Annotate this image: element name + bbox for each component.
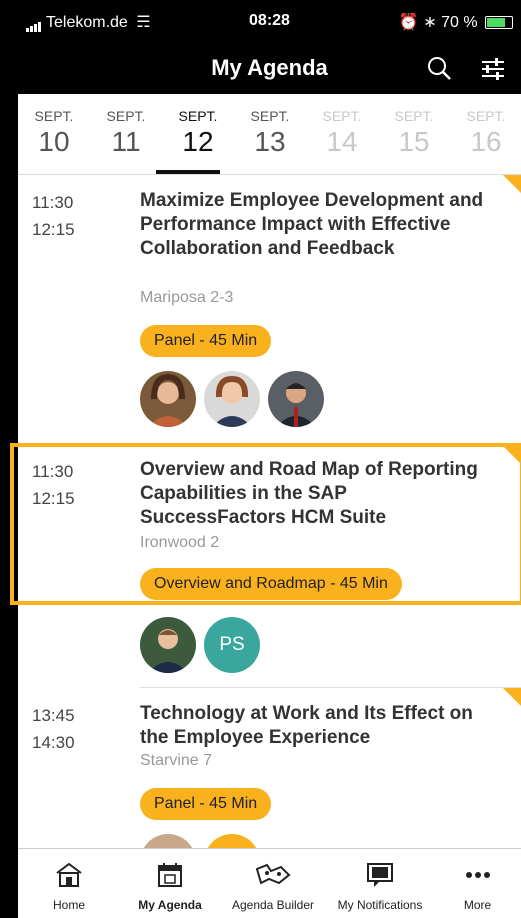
speaker-avatar[interactable]: [204, 371, 260, 427]
alarm-icon: ⏰: [398, 14, 419, 31]
date-tab-12[interactable]: SEPT. 12: [168, 108, 228, 158]
session-corner-marker: [503, 688, 521, 706]
sliders-icon[interactable]: [476, 52, 510, 86]
active-date-indicator: [156, 170, 220, 174]
calendar-icon: [158, 863, 182, 887]
date-tab-16[interactable]: SEPT. 16: [456, 108, 516, 158]
battery-percent: 70 %: [441, 14, 478, 31]
session-time: 13:45 14:30: [32, 702, 75, 756]
tab-my-notifications[interactable]: My Notifications: [326, 849, 434, 918]
tab-label: My Agenda: [138, 898, 202, 912]
session-time: 11:30 12:15: [32, 189, 75, 243]
date-day: 10: [38, 126, 70, 157]
date-month: SEPT.: [394, 108, 434, 124]
status-right: ⏰ ∗ 70 %: [399, 12, 513, 32]
session-end: 14:30: [32, 733, 75, 752]
tab-label: My Notifications: [337, 898, 423, 912]
speaker-avatar[interactable]: [268, 371, 324, 427]
date-month: SEPT.: [466, 108, 506, 124]
session-tag: Panel - 45 Min: [140, 788, 272, 820]
more-icon: [465, 872, 490, 878]
session-title: Maximize Employee Development and Perfor…: [140, 190, 484, 259]
date-month: SEPT.: [178, 108, 218, 124]
home-icon: [56, 862, 82, 887]
bottom-tab-bar: Home My Agenda Agenda Builder My Notific…: [18, 848, 521, 918]
date-day: 14: [326, 126, 358, 157]
session-card[interactable]: 11:30 12:15 Maximize Employee Developmen…: [18, 175, 521, 445]
session-location: Starvine 7: [140, 752, 213, 769]
date-tab-14[interactable]: SEPT. 14: [312, 108, 372, 158]
chat-icon: [367, 863, 393, 887]
tab-my-agenda[interactable]: My Agenda: [120, 849, 220, 918]
date-day: 13: [254, 126, 286, 157]
speaker-avatar[interactable]: [140, 617, 196, 673]
tab-label: Agenda Builder: [231, 898, 315, 912]
session-title: Technology at Work and Its Effect on the…: [140, 703, 473, 748]
date-day: 12: [182, 126, 214, 157]
session-corner-marker: [503, 175, 521, 193]
date-month: SEPT.: [34, 108, 74, 124]
date-month: SEPT.: [250, 108, 290, 124]
tab-label: More: [463, 898, 492, 912]
session-end: 12:15: [32, 220, 75, 239]
tab-agenda-builder[interactable]: Agenda Builder: [220, 849, 326, 918]
session-location: Mariposa 2-3: [140, 289, 234, 306]
status-bar: Telekom.de ☴ 08:28 ⏰ ∗ 70 %: [18, 0, 521, 44]
tab-more[interactable]: More: [434, 849, 521, 918]
selected-session-highlight: [10, 443, 521, 605]
date-tab-13[interactable]: SEPT. 13: [240, 108, 300, 158]
date-tab-15[interactable]: SEPT. 15: [384, 108, 444, 158]
session-tag: Panel - 45 Min: [140, 325, 272, 357]
app-header: My Agenda: [18, 44, 521, 94]
battery-icon: [485, 16, 513, 30]
date-selector: SEPT. 10 SEPT. 11 SEPT. 12 SEPT. 13 SEPT. 14 …: [18, 94, 521, 175]
puzzle-icon: [255, 863, 291, 885]
date-month: SEPT.: [322, 108, 362, 124]
session-start: 13:45: [32, 706, 75, 725]
phone-frame: Telekom.de ☴ 08:28 ⏰ ∗ 70 % My Agenda SE…: [0, 0, 521, 918]
session-card[interactable]: 13:45 14:30 Technology at Work and Its E…: [18, 688, 521, 890]
bluetooth-icon: ∗: [423, 14, 437, 31]
tab-label: Home: [52, 898, 85, 912]
speaker-avatar[interactable]: [140, 371, 196, 427]
tab-home[interactable]: Home: [18, 849, 120, 918]
date-month: SEPT.: [106, 108, 146, 124]
date-day: 15: [398, 126, 430, 157]
date-day: 11: [111, 126, 141, 157]
date-tab-10[interactable]: SEPT. 10: [24, 108, 84, 158]
speaker-initials-avatar[interactable]: PS: [204, 617, 260, 673]
search-icon[interactable]: [422, 52, 456, 86]
session-start: 11:30: [32, 193, 74, 212]
date-tab-11[interactable]: SEPT. 11: [96, 108, 156, 158]
date-day: 16: [470, 126, 502, 157]
